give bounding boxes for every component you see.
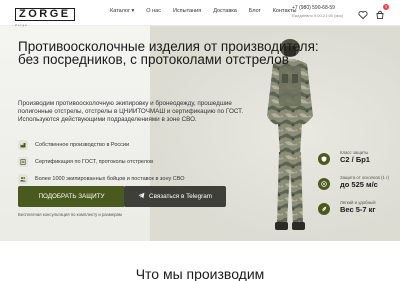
logo[interactable]: ZORGE Zorge <box>15 4 75 27</box>
feature-item: Более 1000 экипированных бойцов и постав… <box>18 172 185 185</box>
feature-item: Сертификация по ГОСТ, протоколы отстрело… <box>18 155 185 168</box>
site-header: ZORGE Zorge Каталог ▾ О нас Испытания До… <box>0 0 400 27</box>
heart-icon[interactable] <box>358 7 368 20</box>
working-hours: Ежедневно 9:00-21:00 (мск) <box>292 13 344 18</box>
spec-value: С2 / Бр1 <box>340 155 370 164</box>
feature-text: Собственное производство в России <box>35 141 130 148</box>
spec-list: Класс защиты С2 / Бр1 Защита от осколков… <box>318 150 389 225</box>
phone-link[interactable]: +7 (980) 590-68-59 <box>292 5 343 11</box>
nav-item-catalog[interactable]: Каталог ▾ <box>110 8 134 14</box>
telegram-icon <box>138 192 145 201</box>
telegram-button-label: Связаться в Telegram <box>149 193 212 200</box>
cart-count-badge: 0 <box>383 4 389 10</box>
spec-value: до 525 м/с <box>340 180 378 189</box>
main-nav: Каталог ▾ О нас Испытания Доставка Блог … <box>110 8 296 14</box>
hero-title: Противоосколочные изделия от производите… <box>18 39 319 67</box>
factory-icon <box>18 139 28 150</box>
products-heading: Что мы производим <box>135 266 265 281</box>
feature-list: Собственное производство в России Сертиф… <box>18 138 185 189</box>
certificate-icon <box>18 156 28 167</box>
feature-item: Собственное производство в России <box>18 138 185 151</box>
telegram-contact-button[interactable]: Связаться в Telegram <box>124 186 226 207</box>
order-protection-button[interactable]: ПОДОБРАТЬ ЗАЩИТУ <box>18 186 125 207</box>
feature-text: Сертификация по ГОСТ, протоколы отстрело… <box>35 158 154 165</box>
spec-item: Защита от осколков (1 г) до 525 м/с <box>318 175 389 197</box>
shield-icon <box>318 153 330 165</box>
spec-item: Легкий и удобный Вес 5-7 кг <box>318 200 389 222</box>
users-icon <box>18 173 28 184</box>
chevron-down-icon: ▾ <box>131 8 135 14</box>
feather-icon <box>318 203 330 215</box>
target-icon <box>318 178 330 190</box>
hero-lead: Производим противоосколочную экипировку … <box>18 100 244 123</box>
spec-value: Вес 5-7 кг <box>340 205 376 214</box>
consultation-note: Бесплатная консультация по комплекту и р… <box>18 212 122 217</box>
nav-item-tests[interactable]: Испытания <box>173 8 201 14</box>
nav-item-blog[interactable]: Блог <box>249 8 261 14</box>
logo-subtitle: Zorge <box>15 23 28 27</box>
nav-item-delivery[interactable]: Доставка <box>213 8 237 14</box>
spec-item: Класс защиты С2 / Бр1 <box>318 150 389 172</box>
contact-block: +7 (980) 590-68-59 Ежедневно 9:00-21:00 … <box>292 5 343 18</box>
logo-text: ZORGE <box>15 8 75 21</box>
nav-item-about[interactable]: О нас <box>146 8 161 14</box>
feature-text: Более 1000 экипированных бойцов и постав… <box>35 175 185 182</box>
nav-label: Каталог <box>110 8 130 14</box>
